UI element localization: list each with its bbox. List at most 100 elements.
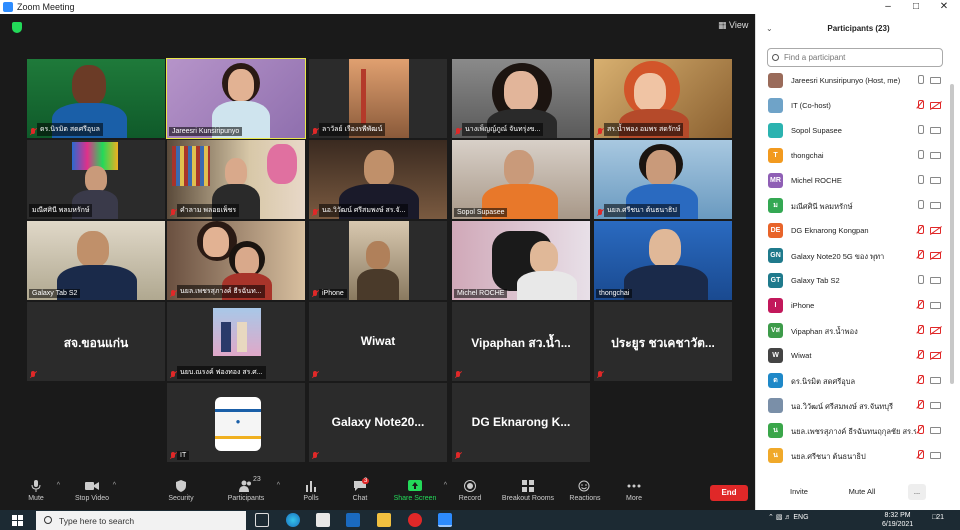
video-tile[interactable]: ลาวัลย์ เรืองรพีพัฒน์ — [309, 59, 447, 138]
video-tile-no-video[interactable]: DG Eknarong K... — [452, 383, 590, 462]
zoom-taskbar-icon[interactable] — [438, 513, 452, 527]
encryption-shield-icon[interactable] — [12, 22, 22, 33]
network-icon[interactable]: ▧ — [776, 514, 783, 521]
video-tile[interactable]: นอ.วิวัฒน์ ศรีสมพงษ์ สร.จั... — [309, 140, 447, 219]
participant-row[interactable]: GN Galaxy Note20 5G ของ พุทา — [766, 246, 946, 266]
video-tile[interactable]: Sopol Supasee — [452, 140, 590, 219]
view-button[interactable]: ▦ View — [718, 20, 748, 31]
participant-row[interactable]: น นยล.เพชรสุภางค์ ธีรฉันทนฤกุลชัย สร.ร... — [766, 421, 946, 441]
muted-mic-icon[interactable] — [916, 375, 924, 386]
video-tile-no-video[interactable]: สจ.ขอนแก่น — [27, 302, 165, 381]
video-tile[interactable]: iPhone — [309, 221, 447, 300]
polls-button[interactable]: Polls — [283, 476, 339, 510]
video-tile-no-video[interactable]: ประยูร ชวเคชาวัต... — [594, 302, 732, 381]
chevron-down-icon[interactable]: ⌄ — [766, 18, 773, 40]
microphone-icon[interactable] — [916, 125, 924, 136]
participant-row[interactable]: นอ.วิวัฒน์ ศรีสมพงษ์ สร.จันทบุรี — [766, 396, 946, 416]
video-off-icon[interactable] — [930, 227, 941, 234]
end-meeting-button[interactable]: End — [710, 485, 748, 501]
volume-icon[interactable]: ♬ — [784, 514, 791, 521]
video-camera-icon[interactable] — [930, 177, 941, 184]
video-tile[interactable]: Galaxy Tab S2 — [27, 221, 165, 300]
stop-video-button[interactable]: Stop Video ^ — [64, 476, 120, 510]
mute-button[interactable]: Mute ^ — [8, 476, 64, 510]
video-tile[interactable]: ดร.นิรมิต สดศรีอุบล — [27, 59, 165, 138]
breakout-rooms-button[interactable]: Breakout Rooms — [497, 476, 559, 510]
participant-row[interactable]: W Wiwat — [766, 346, 946, 366]
participant-row[interactable]: MR Michel ROCHE — [766, 171, 946, 191]
taskbar-clock[interactable]: 8:32 PM 6/19/2021 — [882, 511, 913, 529]
video-tile[interactable]: นางเพ็ญญ์ภูณ์ จันทรุ่งข... — [452, 59, 590, 138]
video-tile[interactable]: ● IT — [167, 383, 305, 462]
video-camera-icon[interactable] — [930, 452, 941, 459]
video-camera-icon[interactable] — [930, 77, 941, 84]
chevron-up-icon[interactable]: ^ — [277, 482, 280, 489]
edge-browser-icon[interactable] — [286, 513, 300, 527]
participant-row[interactable]: IT (Co-host) — [766, 96, 946, 116]
outlook-icon[interactable] — [346, 513, 360, 527]
tray-chevron-icon[interactable]: ⌃ — [768, 514, 774, 521]
participant-row[interactable]: Jareesri Kunsiripunyo (Host, me) — [766, 71, 946, 91]
chevron-up-icon[interactable]: ^ — [57, 482, 60, 489]
muted-mic-icon[interactable] — [916, 300, 924, 311]
microphone-icon[interactable] — [916, 175, 924, 186]
video-tile[interactable]: มณีศศินี พลมหรักษ์ — [27, 140, 165, 219]
maximize-button[interactable]: □ — [902, 0, 930, 14]
video-camera-icon[interactable] — [930, 127, 941, 134]
video-tile[interactable]: thongchai — [594, 221, 732, 300]
video-camera-icon[interactable] — [930, 277, 941, 284]
task-view-icon[interactable] — [255, 513, 269, 527]
participant-search-input[interactable]: Find a participant — [767, 48, 943, 67]
video-tile[interactable]: นยล.เพชรสุภางค์ ธีรฉันท... — [167, 221, 305, 300]
video-camera-icon[interactable] — [930, 152, 941, 159]
video-camera-icon[interactable] — [930, 202, 941, 209]
participant-row[interactable]: DE DG Eknarong Kongpan — [766, 221, 946, 241]
minimize-button[interactable]: – — [874, 0, 902, 14]
share-screen-button[interactable]: Share Screen ^ — [387, 476, 447, 510]
video-tile[interactable]: Michel ROCHE — [452, 221, 590, 300]
chat-button[interactable]: 3 Chat — [332, 476, 388, 510]
reactions-button[interactable]: Reactions — [557, 476, 613, 510]
video-tile[interactable]: สร.น้ำพอง อมพร สดรักษ์ — [594, 59, 732, 138]
video-tile-active-speaker[interactable]: Jareesri Kunsiripunyo — [166, 58, 306, 139]
muted-mic-icon[interactable] — [916, 325, 924, 336]
video-tile-no-video[interactable]: Wiwat — [309, 302, 447, 381]
video-tile-no-video[interactable]: Vipaphan สว.น้ำ... — [452, 302, 590, 381]
microphone-icon[interactable] — [916, 275, 924, 286]
more-button[interactable]: More — [606, 476, 662, 510]
opera-browser-icon[interactable] — [408, 513, 422, 527]
muted-mic-icon[interactable] — [916, 425, 924, 436]
muted-mic-icon[interactable] — [916, 350, 924, 361]
store-icon[interactable] — [316, 513, 330, 527]
participant-row[interactable]: IiPhone — [766, 296, 946, 316]
participant-row[interactable]: ม มณีศศินี พลมหรักษ์ — [766, 196, 946, 216]
video-tile[interactable]: นยบ.ณรงค์ ฟองทอง สร.ศ... — [167, 302, 305, 381]
windows-start-icon[interactable] — [12, 515, 23, 526]
notification-icon[interactable]: □21 — [932, 514, 944, 521]
close-window-button[interactable]: ✕ — [930, 0, 958, 14]
participant-row[interactable]: ด ดร.นิรมิต สดศรีอุบล — [766, 371, 946, 391]
taskbar-search-input[interactable]: Type here to search — [36, 511, 246, 530]
chevron-up-icon[interactable]: ^ — [113, 482, 116, 489]
microphone-icon[interactable] — [916, 75, 924, 86]
microphone-icon[interactable] — [916, 200, 924, 211]
video-off-icon[interactable] — [930, 327, 941, 334]
panel-more-button[interactable]: ... — [908, 484, 926, 500]
participant-row[interactable]: Tthongchai — [766, 146, 946, 166]
panel-scrollbar[interactable] — [950, 84, 954, 384]
muted-mic-icon[interactable] — [916, 250, 924, 261]
input-language[interactable]: ENG — [793, 514, 808, 521]
video-off-icon[interactable] — [930, 252, 941, 259]
microphone-icon[interactable] — [916, 150, 924, 161]
participant-row[interactable]: Vส Vipaphan สร.น้ำพอง — [766, 321, 946, 341]
muted-mic-icon[interactable] — [916, 100, 924, 111]
participants-button[interactable]: 23 Participants ^ — [218, 476, 280, 510]
video-tile[interactable]: คำลาม พลอยเพ็ชร — [167, 140, 305, 219]
participant-row[interactable]: น นยล.ศรีชนา ต้นธนาธิป — [766, 446, 946, 466]
mute-all-button[interactable]: Mute All — [838, 484, 886, 500]
muted-mic-icon[interactable] — [916, 400, 924, 411]
muted-mic-icon[interactable] — [916, 450, 924, 461]
video-camera-icon[interactable] — [930, 427, 941, 434]
file-explorer-icon[interactable] — [377, 513, 391, 527]
record-button[interactable]: Record — [442, 476, 498, 510]
